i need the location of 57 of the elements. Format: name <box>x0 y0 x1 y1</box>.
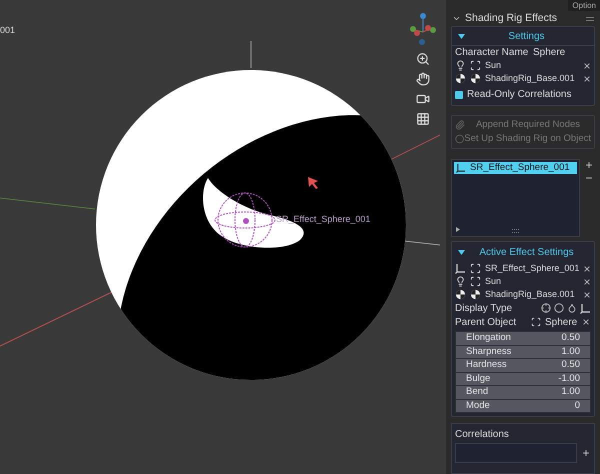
camera-icon[interactable] <box>416 92 430 106</box>
checkbox[interactable] <box>455 90 463 98</box>
checkbox-label: Read-Only Correlations <box>467 88 572 102</box>
remove-button[interactable]: × <box>582 72 592 84</box>
remove-button[interactable]: × <box>582 262 592 274</box>
light-bulb-icon <box>455 276 466 287</box>
axes-icon <box>580 302 591 314</box>
object-select-icon <box>470 263 481 274</box>
play-triangle-icon[interactable] <box>456 227 460 232</box>
object-select-icon <box>470 276 481 287</box>
collapse-chevron-icon[interactable] <box>452 14 461 23</box>
object-name: ShadingRig_Base.001 <box>485 72 576 85</box>
remove-button[interactable]: − <box>583 172 595 184</box>
expand-triangle-icon[interactable] <box>458 34 465 38</box>
object-name: ShadingRig_Base.001 <box>485 288 576 301</box>
field-value[interactable]: Sphere <box>533 45 566 60</box>
remove-button[interactable]: × <box>582 60 592 72</box>
number-field[interactable]: Bulge -1.00 <box>456 372 590 385</box>
section-title: Correlations <box>455 428 510 441</box>
object-select-icon <box>531 317 541 327</box>
add-button[interactable]: + <box>583 159 595 171</box>
circle-icon[interactable] <box>554 302 564 312</box>
object-name: SR_Effect_Sphere_001 <box>485 262 578 275</box>
section-title[interactable]: Active Effect Settings <box>465 244 588 260</box>
section-title[interactable]: Settings <box>465 28 588 44</box>
resize-grip-icon[interactable] <box>512 229 520 233</box>
remove-button[interactable]: × <box>582 288 592 300</box>
field-label: Display Type <box>455 302 514 316</box>
axes-icon <box>455 263 466 274</box>
grid-icon[interactable] <box>416 112 430 126</box>
number-field[interactable]: Sharpness 1.00 <box>456 346 590 358</box>
drag-handle-icon[interactable] <box>586 16 594 20</box>
number-field[interactable]: Elongation 0.50 <box>456 332 590 344</box>
hand-icon[interactable] <box>416 72 430 86</box>
object-name: Sun <box>485 58 502 72</box>
sidebar-tab[interactable]: Option <box>568 0 600 11</box>
object-select-icon <box>470 60 481 71</box>
paperclip-icon <box>455 120 465 130</box>
number-field[interactable]: Mode 0 <box>456 400 590 412</box>
axes-icon <box>456 163 466 173</box>
zoom-icon[interactable] <box>416 52 430 66</box>
crosshair-icon[interactable] <box>541 302 551 312</box>
remove-button[interactable]: × <box>581 316 591 328</box>
add-button[interactable]: + <box>581 443 591 463</box>
drop-icon[interactable] <box>567 302 577 312</box>
number-field[interactable]: Bend 1.00 <box>456 386 590 398</box>
remove-button[interactable]: × <box>582 276 592 288</box>
object-name: Sun <box>485 274 502 288</box>
field-value[interactable]: Sphere <box>545 314 581 330</box>
light-bulb-icon <box>455 60 466 71</box>
list-item[interactable]: SR_Effect_Sphere_001 <box>454 162 577 174</box>
panel-title[interactable]: Shading Rig Effects <box>465 10 582 26</box>
object-label: 001 <box>0 24 16 37</box>
field-label: Parent Object <box>455 316 518 330</box>
number-field[interactable]: Hardness 0.50 <box>456 359 590 372</box>
expand-triangle-icon[interactable] <box>458 250 465 254</box>
field-label: Character Name <box>455 46 530 60</box>
